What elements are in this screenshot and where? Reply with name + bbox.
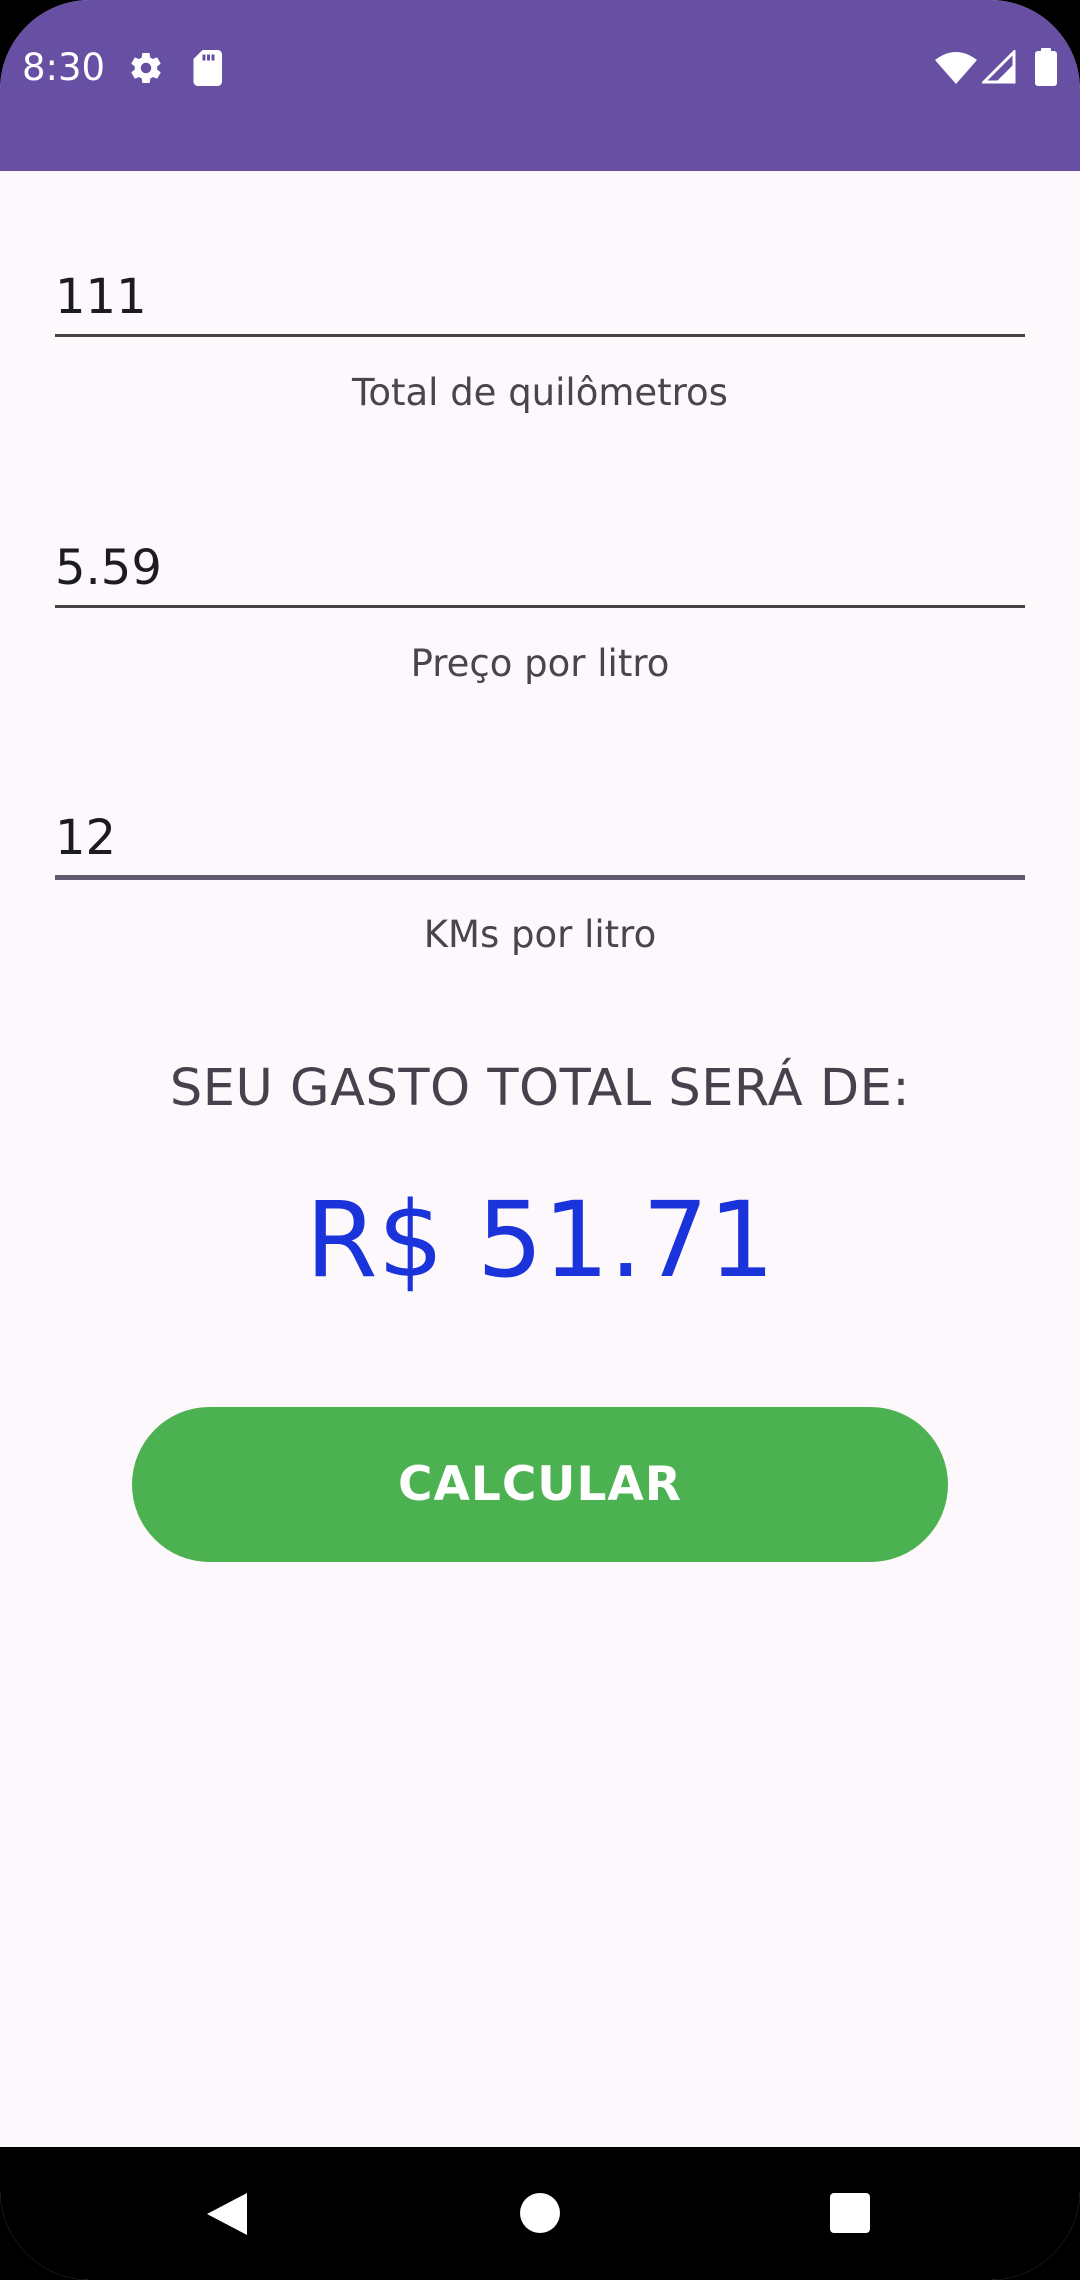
- price-per-liter-input[interactable]: [55, 537, 1025, 608]
- status-time: 8:30: [22, 46, 106, 89]
- home-icon[interactable]: [519, 2192, 561, 2234]
- sd-card-icon: [193, 50, 222, 86]
- navigation-bar: [0, 2147, 1080, 2280]
- recents-icon[interactable]: [829, 2192, 871, 2234]
- gear-icon: [131, 53, 161, 84]
- wifi-icon: [935, 52, 977, 84]
- calculate-button[interactable]: CALCULAR: [132, 1407, 948, 1562]
- phone-screen: 8:30 Total de quilômetros Preço por litr…: [0, 0, 1080, 2280]
- result-title: SEU GASTO TOTAL SERÁ DE:: [169, 1059, 911, 1118]
- price-per-liter-label: Preço por litro: [410, 642, 670, 685]
- km-per-liter-label: KMs por litro: [423, 913, 657, 956]
- main-content: Total de quilômetros Preço por litro KMs…: [0, 171, 1080, 2147]
- status-bar: 8:30: [0, 0, 1080, 171]
- price-per-liter-field: [55, 537, 1025, 608]
- total-km-field: [55, 266, 1025, 337]
- result-value: R$ 51.71: [305, 1179, 775, 1301]
- signal-icon: [982, 50, 1016, 84]
- back-icon[interactable]: [203, 2191, 249, 2237]
- total-km-input[interactable]: [55, 266, 1025, 337]
- km-per-liter-input[interactable]: [55, 807, 1025, 880]
- km-per-liter-field: [55, 807, 1025, 880]
- battery-icon: [1035, 48, 1057, 86]
- total-km-label: Total de quilômetros: [352, 371, 728, 414]
